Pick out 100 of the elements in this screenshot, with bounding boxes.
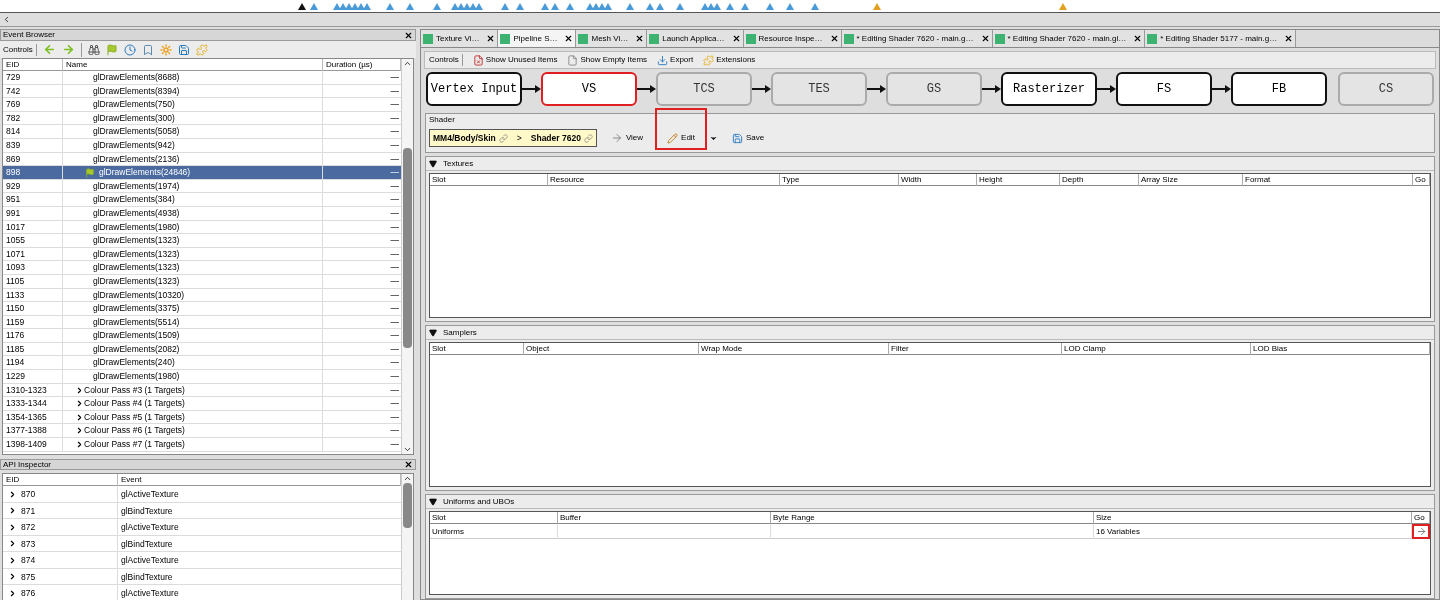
event-row[interactable]: 1194 glDrawElements(240) — [3,356,401,371]
event-row[interactable]: 951 glDrawElements(384) — [3,193,401,207]
tab[interactable]: Texture Vi… [421,30,499,47]
close-icon[interactable] [731,34,741,43]
event-row[interactable]: 898 glDrawElements(24846) — [3,166,401,180]
event-row[interactable]: 769 glDrawElements(750) — [3,98,401,112]
event-row[interactable]: 1150 glDrawElements(3375) — [3,302,401,316]
close-icon[interactable] [486,34,496,43]
collapse-arrow-icon[interactable] [429,159,437,168]
pipeline-stage[interactable]: FS [1116,72,1212,106]
column-header[interactable]: Slot [430,343,524,355]
event-row[interactable]: 1159 glDrawElements(5514) — [3,315,401,330]
close-icon[interactable] [404,460,413,469]
scroll-up-icon[interactable] [403,474,412,483]
column-header[interactable]: Go [1412,512,1430,524]
save-icon[interactable] [177,43,190,56]
event-row[interactable]: 1398-1409 Colour Pass #7 (1 Targets) — [3,438,401,452]
column-header[interactable]: Name [63,59,323,71]
event-row[interactable]: 729 glDrawElements(8688) — [3,71,401,85]
column-header[interactable]: Width [899,174,977,186]
event-row[interactable]: 742 glDrawElements(8394) — [3,84,401,99]
column-header[interactable]: Resource [548,174,780,186]
event-row[interactable]: 991 glDrawElements(4938) — [3,206,401,221]
column-header[interactable]: Object [524,343,699,355]
pipeline-stage[interactable]: TES [771,72,867,106]
event-row[interactable]: 1071 glDrawElements(1323) — [3,247,401,262]
scrollbar[interactable] [401,59,413,454]
column-header[interactable]: LOD Bias [1251,343,1430,355]
column-header[interactable]: Slot [430,174,548,186]
column-header[interactable]: Wrap Mode [699,343,889,355]
toolbar-button[interactable]: Show Empty Items [567,54,648,66]
event-row[interactable]: 1133 glDrawElements(10320) — [3,288,401,303]
column-header[interactable]: Byte Range [771,512,1094,524]
pipeline-stage[interactable]: Vertex Input [426,72,522,106]
pipeline-stage[interactable]: Rasterizer [1001,72,1097,106]
event-row[interactable]: 814 glDrawElements(5058) — [3,125,401,139]
tab[interactable]: * Editing Shader 7620 - main.g… [841,30,993,47]
column-header[interactable]: LOD Clamp [1062,343,1251,355]
event-row[interactable]: 1354-1365 Colour Pass #5 (1 Targets) — [3,410,401,425]
column-header[interactable]: EID [3,474,118,486]
scroll-down-icon[interactable] [403,445,412,454]
scroll-up-icon[interactable] [403,59,412,68]
pipeline-stage[interactable]: VS [541,72,637,106]
column-header[interactable]: EID [3,59,63,71]
shader-button[interactable]: View [600,129,654,147]
event-row[interactable]: 929 glDrawElements(1974) — [3,179,401,194]
binoculars-icon[interactable] [87,43,100,56]
column-header[interactable]: Array Size [1139,174,1243,186]
toolbar-button[interactable]: Extensions [703,54,756,66]
column-header[interactable]: Buffer [558,512,771,524]
pipeline-stage[interactable]: FB [1231,72,1327,106]
column-header[interactable]: Go [1413,174,1430,186]
close-icon[interactable] [404,30,413,40]
close-icon[interactable] [635,34,645,43]
scroll-left-icon[interactable] [2,15,11,24]
event-row[interactable]: 839 glDrawElements(942) — [3,138,401,153]
tab[interactable]: Mesh Vi… [576,30,648,47]
toolbar-button[interactable]: Export [657,54,694,66]
event-row[interactable]: 1333-1344 Colour Pass #4 (1 Targets) — [3,397,401,411]
event-row[interactable]: 1055 glDrawElements(1323) — [3,234,401,248]
close-icon[interactable] [980,34,990,43]
close-icon[interactable] [564,34,574,43]
tab[interactable]: Pipeline S… [498,30,577,47]
event-row[interactable]: 1185 glDrawElements(2082) — [3,342,401,357]
tab[interactable]: * Editing Shader 7620 - main.gl… [992,30,1146,47]
close-icon[interactable] [829,34,839,43]
event-row[interactable]: 782 glDrawElements(300) — [3,111,401,126]
collapse-arrow-icon[interactable] [429,497,437,506]
pipeline-stage[interactable]: TCS [656,72,752,106]
event-row[interactable]: 1017 glDrawElements(1980) — [3,220,401,235]
marker-icon[interactable] [141,43,154,56]
clock-icon[interactable] [123,43,136,56]
column-header[interactable]: Slot [430,512,558,524]
close-icon[interactable] [1284,34,1294,43]
shader-button[interactable]: Edit [657,110,705,148]
tab[interactable]: * Editing Shader 5177 - main.g… [1145,30,1297,47]
event-row[interactable]: 1176 glDrawElements(1509) — [3,329,401,343]
column-header[interactable]: Depth [1060,174,1139,186]
event-row[interactable]: 1105 glDrawElements(1323) — [3,274,401,289]
shader-button[interactable]: Save [721,129,775,147]
column-header[interactable]: Format [1243,174,1413,186]
pipeline-stage[interactable]: CS [1338,72,1434,106]
tab[interactable]: Launch Applica… [647,30,744,47]
controls-label[interactable]: Controls [3,43,37,56]
column-header[interactable]: Size [1094,512,1412,524]
pipeline-stage[interactable]: GS [886,72,982,106]
collapse-arrow-icon[interactable] [429,328,437,337]
toolbar-button[interactable]: Show Unused Items [472,54,558,66]
event-row[interactable]: 1310-1323 Colour Pass #3 (1 Targets) — [3,383,401,398]
go-button[interactable] [1412,524,1430,539]
shader-path-field[interactable]: MM4/Body/Skin > Shader 7620 [429,129,597,147]
close-icon[interactable] [1133,34,1143,43]
event-row[interactable]: 1377-1388 Colour Pass #6 (1 Targets) — [3,424,401,439]
column-header[interactable]: Height [977,174,1060,186]
column-header[interactable]: Filter [889,343,1062,355]
event-row[interactable]: 1093 glDrawElements(1323) — [3,261,401,275]
column-header[interactable]: Type [780,174,899,186]
event-row[interactable]: 1229 glDrawElements(1980) — [3,370,401,384]
tab[interactable]: Resource Inspe… [743,30,842,47]
scrollbar[interactable] [401,474,413,600]
